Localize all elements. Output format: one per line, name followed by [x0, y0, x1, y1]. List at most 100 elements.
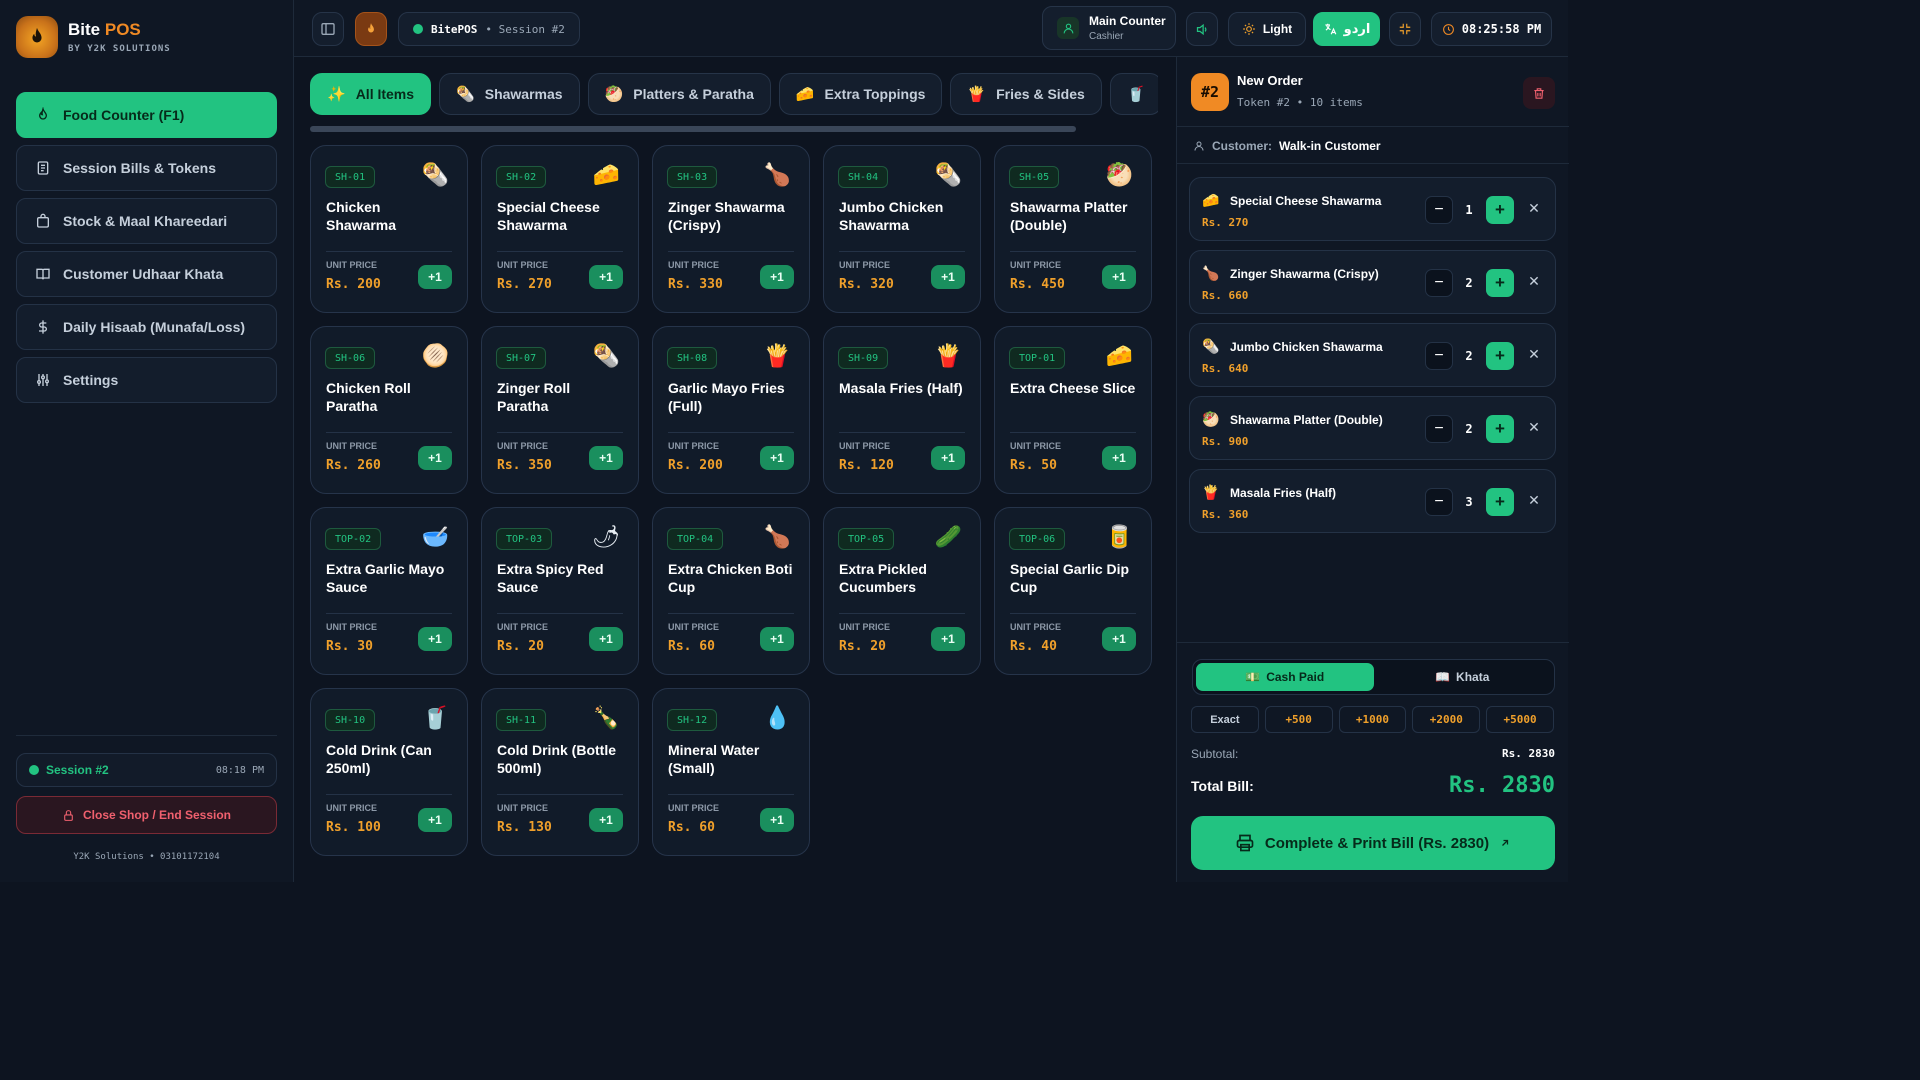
product-card[interactable]: SH-05 🥙 Shawarma Platter (Double) UNIT PRIC… — [994, 145, 1152, 313]
product-card[interactable]: SH-10 🥤 Cold Drink (Can 250ml) UNIT PRICE Rs… — [310, 688, 468, 856]
add-one-button[interactable]: +1 — [1102, 446, 1136, 470]
product-code: SH-05 — [1009, 166, 1060, 188]
sound-button[interactable] — [1186, 12, 1218, 46]
product-card[interactable]: TOP-05 🥒 Extra Pickled Cucumbers UNIT PRICE… — [823, 507, 981, 675]
product-card[interactable]: SH-03 🍗 Zinger Shawarma (Crispy) UNIT PRICE… — [652, 145, 810, 313]
credit-text: Y2K Solutions • 03101172104 — [73, 852, 220, 862]
unit-price-label: UNIT PRICE — [1010, 441, 1062, 451]
language-toggle-button[interactable]: اردو — [1313, 12, 1380, 46]
quick-amount-2000[interactable]: +2000 — [1412, 706, 1481, 733]
product-card[interactable]: SH-01 🌯 Chicken Shawarma UNIT PRICE Rs. 200 +… — [310, 145, 468, 313]
sidebar-item-settings[interactable]: Settings — [16, 357, 277, 403]
product-code: TOP-06 — [1009, 528, 1066, 550]
quick-amount-500[interactable]: +500 — [1264, 706, 1333, 733]
remove-line-button[interactable]: ✕ — [1526, 492, 1542, 508]
product-card[interactable]: SH-04 🌯 Jumbo Chicken Shawarma UNIT PRICE Rs… — [823, 145, 981, 313]
product-code: SH-10 — [325, 709, 376, 731]
decrease-qty-button[interactable]: − — [1425, 415, 1453, 443]
product-code: TOP-03 — [496, 528, 553, 550]
remove-line-button[interactable]: ✕ — [1526, 200, 1542, 216]
decrease-qty-button[interactable]: − — [1425, 269, 1453, 297]
increase-qty-button[interactable]: + — [1486, 342, 1514, 370]
product-card[interactable]: SH-06 🫓 Chicken Roll Paratha UNIT PRICE Rs. … — [310, 326, 468, 494]
add-one-button[interactable]: +1 — [589, 265, 623, 289]
theme-toggle-button[interactable]: Light — [1228, 12, 1306, 46]
add-one-button[interactable]: +1 — [760, 265, 794, 289]
close-shop-button[interactable]: Close Shop / End Session — [16, 796, 277, 834]
add-one-button[interactable]: +1 — [589, 627, 623, 651]
product-card[interactable]: SH-12 💧 Mineral Water (Small) UNIT PRICE Rs.… — [652, 688, 810, 856]
sidebar-item-label: Food Counter (F1) — [63, 107, 185, 123]
add-one-button[interactable]: +1 — [760, 627, 794, 651]
category-scrollbar[interactable] — [310, 126, 1076, 132]
increase-qty-button[interactable]: + — [1486, 415, 1514, 443]
sidebar-item-session-bills[interactable]: Session Bills & Tokens — [16, 145, 277, 191]
sidebar-item-daily-hisaab[interactable]: Daily Hisaab (Munafa/Loss) — [16, 304, 277, 350]
remove-line-button[interactable]: ✕ — [1526, 273, 1542, 289]
quick-amount-exact[interactable]: Exact — [1191, 706, 1259, 733]
add-one-button[interactable]: +1 — [760, 808, 794, 832]
clear-order-button[interactable] — [1523, 77, 1555, 109]
tab-all-items[interactable]: ✨ All Items — [310, 73, 432, 115]
line-item-price: Rs. 640 — [1202, 362, 1249, 375]
add-one-button[interactable]: +1 — [760, 446, 794, 470]
sidebar-item-udhaar-khata[interactable]: Customer Udhaar Khata — [16, 251, 277, 297]
product-card[interactable]: SH-09 🍟 Masala Fries (Half) UNIT PRICE Rs. 1… — [823, 326, 981, 494]
toggle-sidebar-button[interactable] — [312, 12, 344, 46]
brand-name: Bite POS — [68, 20, 141, 39]
add-one-button[interactable]: +1 — [418, 446, 452, 470]
remove-line-button[interactable]: ✕ — [1526, 346, 1542, 362]
product-card[interactable]: TOP-03 🌶 Extra Spicy Red Sauce UNIT PRICE Rs… — [481, 507, 639, 675]
quick-amount-1000[interactable]: +1000 — [1338, 706, 1407, 733]
add-one-button[interactable]: +1 — [931, 446, 965, 470]
tab-extra-toppings[interactable]: 🧀 Extra Toppings — [778, 73, 943, 115]
add-one-button[interactable]: +1 — [589, 808, 623, 832]
product-icon: 🌯 — [592, 343, 620, 368]
tab-platters-paratha[interactable]: 🥙 Platters & Paratha — [587, 73, 771, 115]
cash-icon: 💵 — [1245, 670, 1261, 684]
sidebar-item-stock[interactable]: Stock & Maal Khareedari — [16, 198, 277, 244]
divider — [668, 794, 794, 795]
add-one-button[interactable]: +1 — [589, 446, 623, 470]
increase-qty-button[interactable]: + — [1486, 196, 1514, 224]
sidebar-item-label: Customer Udhaar Khata — [63, 266, 224, 282]
product-card[interactable]: SH-11 🍾 Cold Drink (Bottle 500ml) UNIT PRIC… — [481, 688, 639, 856]
add-one-button[interactable]: +1 — [1102, 265, 1136, 289]
flame-button[interactable] — [355, 12, 387, 46]
add-one-button[interactable]: +1 — [418, 808, 452, 832]
tab-shawarmas[interactable]: 🌯 Shawarmas — [439, 73, 580, 115]
close-shop-label: Close Shop / End Session — [82, 808, 232, 822]
product-card[interactable]: TOP-01 🧀 Extra Cheese Slice UNIT PRICE Rs. 5… — [994, 326, 1152, 494]
increase-qty-button[interactable]: + — [1486, 269, 1514, 297]
add-one-button[interactable]: +1 — [931, 627, 965, 651]
tab-fries-sides[interactable]: 🍟 Fries & Sides — [950, 73, 1102, 115]
decrease-qty-button[interactable]: − — [1425, 196, 1453, 224]
fullscreen-button[interactable] — [1389, 12, 1421, 46]
add-one-button[interactable]: +1 — [931, 265, 965, 289]
cash-paid-button[interactable]: 💵 Cash Paid — [1196, 663, 1374, 691]
sidebar-item-food-counter[interactable]: Food Counter (F1) — [16, 92, 277, 138]
quick-amount-5000[interactable]: +5000 — [1486, 706, 1554, 733]
khata-button[interactable]: 📖 Khata — [1374, 663, 1552, 691]
product-card[interactable]: SH-02 🧀 Special Cheese Shawarma UNIT PRICE R… — [481, 145, 639, 313]
product-name: Zinger Roll Paratha — [497, 380, 571, 414]
product-card[interactable]: SH-08 🍟 Garlic Mayo Fries (Full) UNIT PRICE… — [652, 326, 810, 494]
product-name: Cold Drink (Can 250ml) — [326, 742, 432, 776]
product-card[interactable]: TOP-02 🥣 Extra Garlic Mayo Sauce UNIT PRICE… — [310, 507, 468, 675]
add-one-button[interactable]: +1 — [418, 627, 452, 651]
add-one-button[interactable]: +1 — [418, 265, 452, 289]
unit-price-label: UNIT PRICE — [326, 441, 378, 451]
decrease-qty-button[interactable]: − — [1425, 488, 1453, 516]
product-card[interactable]: TOP-06 🥫 Special Garlic Dip Cup UNIT PRICE R… — [994, 507, 1152, 675]
decrease-qty-button[interactable]: − — [1425, 342, 1453, 370]
remove-line-button[interactable]: ✕ — [1526, 419, 1542, 435]
product-card[interactable]: TOP-04 🍗 Extra Chicken Boti Cup UNIT PRICE R… — [652, 507, 810, 675]
add-one-button[interactable]: +1 — [1102, 627, 1136, 651]
complete-print-button[interactable]: Complete & Print Bill (Rs. 2830) — [1191, 816, 1555, 870]
increase-qty-button[interactable]: + — [1486, 488, 1514, 516]
product-card[interactable]: SH-07 🌯 Zinger Roll Paratha UNIT PRICE Rs. 3… — [481, 326, 639, 494]
divider — [668, 613, 794, 614]
customer-row[interactable]: Customer: Walk-in Customer — [1177, 128, 1569, 164]
minus-icon: − — [1434, 274, 1444, 291]
tab-drinks[interactable]: 🥤 — [1109, 73, 1158, 115]
